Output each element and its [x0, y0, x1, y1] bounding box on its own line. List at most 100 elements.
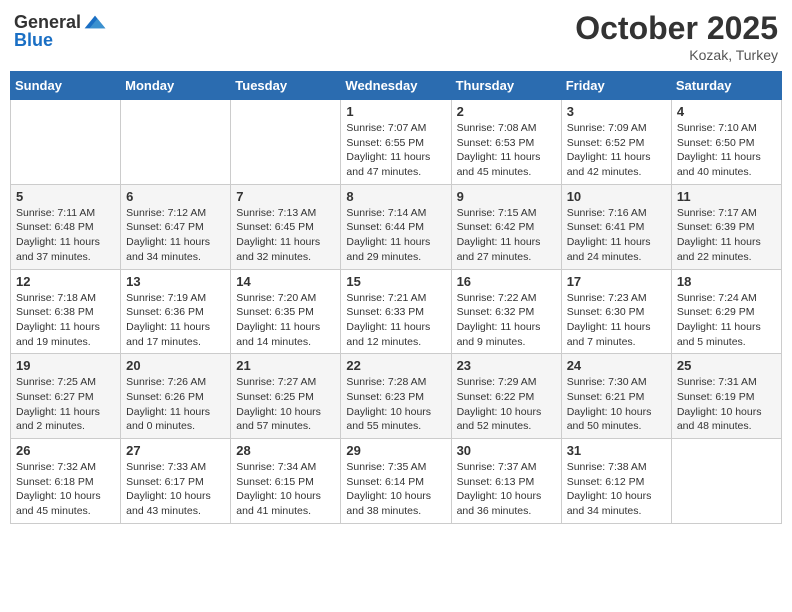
weekday-header-saturday: Saturday: [671, 72, 781, 100]
calendar-cell: 1 Sunrise: 7:07 AM Sunset: 6:55 PM Daylig…: [341, 100, 451, 185]
calendar-cell: 15 Sunrise: 7:21 AM Sunset: 6:33 PM Dayli…: [341, 269, 451, 354]
weekday-header-row: SundayMondayTuesdayWednesdayThursdayFrid…: [11, 72, 782, 100]
day-number: 27: [126, 443, 225, 458]
day-info: Sunrise: 7:11 AM Sunset: 6:48 PM Dayligh…: [16, 206, 115, 265]
day-info: Sunrise: 7:29 AM Sunset: 6:22 PM Dayligh…: [457, 375, 556, 434]
day-number: 26: [16, 443, 115, 458]
day-info: Sunrise: 7:08 AM Sunset: 6:53 PM Dayligh…: [457, 121, 556, 180]
calendar-cell: 2 Sunrise: 7:08 AM Sunset: 6:53 PM Daylig…: [451, 100, 561, 185]
day-number: 9: [457, 189, 556, 204]
day-info: Sunrise: 7:19 AM Sunset: 6:36 PM Dayligh…: [126, 291, 225, 350]
day-info: Sunrise: 7:20 AM Sunset: 6:35 PM Dayligh…: [236, 291, 335, 350]
calendar-cell: 11 Sunrise: 7:17 AM Sunset: 6:39 PM Dayli…: [671, 184, 781, 269]
calendar-cell: 18Sunrise: 7:24 AM Sunset: 6:29 PM Dayli…: [671, 269, 781, 354]
day-info: Sunrise: 7:07 AM Sunset: 6:55 PM Dayligh…: [346, 121, 445, 180]
calendar-cell: 20Sunrise: 7:26 AM Sunset: 6:26 PM Dayli…: [121, 354, 231, 439]
day-number: 1: [346, 104, 445, 119]
day-number: 17: [567, 274, 666, 289]
calendar-cell: 10Sunrise: 7:16 AM Sunset: 6:41 PM Dayli…: [561, 184, 671, 269]
day-number: 16: [457, 274, 556, 289]
day-info: Sunrise: 7:17 AM Sunset: 6:39 PM Dayligh…: [677, 206, 776, 265]
calendar-cell: 5 Sunrise: 7:11 AM Sunset: 6:48 PM Daylig…: [11, 184, 121, 269]
day-number: 3: [567, 104, 666, 119]
calendar-cell: 28 Sunrise: 7:34 AM Sunset: 6:15 PM Dayli…: [231, 439, 341, 524]
calendar-week-5: 26 Sunrise: 7:32 AM Sunset: 6:18 PM Dayli…: [11, 439, 782, 524]
day-info: Sunrise: 7:37 AM Sunset: 6:13 PM Dayligh…: [457, 460, 556, 519]
calendar-cell: 16 Sunrise: 7:22 AM Sunset: 6:32 PM Dayli…: [451, 269, 561, 354]
day-info: Sunrise: 7:34 AM Sunset: 6:15 PM Dayligh…: [236, 460, 335, 519]
day-number: 29: [346, 443, 445, 458]
location-subtitle: Kozak, Turkey: [575, 47, 778, 63]
day-number: 22: [346, 358, 445, 373]
weekday-header-wednesday: Wednesday: [341, 72, 451, 100]
calendar-cell: 21 Sunrise: 7:27 AM Sunset: 6:25 PM Dayli…: [231, 354, 341, 439]
day-info: Sunrise: 7:23 AM Sunset: 6:30 PM Dayligh…: [567, 291, 666, 350]
calendar-cell: 23 Sunrise: 7:29 AM Sunset: 6:22 PM Dayli…: [451, 354, 561, 439]
calendar-cell: 19Sunrise: 7:25 AM Sunset: 6:27 PM Dayli…: [11, 354, 121, 439]
day-info: Sunrise: 7:13 AM Sunset: 6:45 PM Dayligh…: [236, 206, 335, 265]
calendar-cell: 31Sunrise: 7:38 AM Sunset: 6:12 PM Dayli…: [561, 439, 671, 524]
day-number: 23: [457, 358, 556, 373]
day-number: 10: [567, 189, 666, 204]
day-number: 12: [16, 274, 115, 289]
day-info: Sunrise: 7:28 AM Sunset: 6:23 PM Dayligh…: [346, 375, 445, 434]
day-info: Sunrise: 7:24 AM Sunset: 6:29 PM Dayligh…: [677, 291, 776, 350]
calendar-cell: 24 Sunrise: 7:30 AM Sunset: 6:21 PM Dayli…: [561, 354, 671, 439]
day-info: Sunrise: 7:12 AM Sunset: 6:47 PM Dayligh…: [126, 206, 225, 265]
weekday-header-monday: Monday: [121, 72, 231, 100]
day-info: Sunrise: 7:33 AM Sunset: 6:17 PM Dayligh…: [126, 460, 225, 519]
calendar-week-4: 19Sunrise: 7:25 AM Sunset: 6:27 PM Dayli…: [11, 354, 782, 439]
calendar-cell: 30Sunrise: 7:37 AM Sunset: 6:13 PM Dayli…: [451, 439, 561, 524]
day-number: 7: [236, 189, 335, 204]
calendar-cell: 13 Sunrise: 7:19 AM Sunset: 6:36 PM Dayli…: [121, 269, 231, 354]
day-info: Sunrise: 7:31 AM Sunset: 6:19 PM Dayligh…: [677, 375, 776, 434]
day-number: 15: [346, 274, 445, 289]
day-number: 19: [16, 358, 115, 373]
day-number: 13: [126, 274, 225, 289]
weekday-header-thursday: Thursday: [451, 72, 561, 100]
day-info: Sunrise: 7:09 AM Sunset: 6:52 PM Dayligh…: [567, 121, 666, 180]
page-header: General Blue October 2025 Kozak, Turkey: [10, 10, 782, 63]
day-number: 11: [677, 189, 776, 204]
calendar-cell: 9 Sunrise: 7:15 AM Sunset: 6:42 PM Daylig…: [451, 184, 561, 269]
weekday-header-sunday: Sunday: [11, 72, 121, 100]
logo-icon: [83, 10, 107, 34]
calendar-cell: 3 Sunrise: 7:09 AM Sunset: 6:52 PM Daylig…: [561, 100, 671, 185]
day-info: Sunrise: 7:22 AM Sunset: 6:32 PM Dayligh…: [457, 291, 556, 350]
day-info: Sunrise: 7:27 AM Sunset: 6:25 PM Dayligh…: [236, 375, 335, 434]
day-info: Sunrise: 7:10 AM Sunset: 6:50 PM Dayligh…: [677, 121, 776, 180]
calendar-cell: 6 Sunrise: 7:12 AM Sunset: 6:47 PM Daylig…: [121, 184, 231, 269]
calendar-table: SundayMondayTuesdayWednesdayThursdayFrid…: [10, 71, 782, 524]
day-number: 8: [346, 189, 445, 204]
day-number: 5: [16, 189, 115, 204]
day-info: Sunrise: 7:18 AM Sunset: 6:38 PM Dayligh…: [16, 291, 115, 350]
weekday-header-friday: Friday: [561, 72, 671, 100]
day-info: Sunrise: 7:21 AM Sunset: 6:33 PM Dayligh…: [346, 291, 445, 350]
calendar-week-1: 1 Sunrise: 7:07 AM Sunset: 6:55 PM Daylig…: [11, 100, 782, 185]
day-info: Sunrise: 7:30 AM Sunset: 6:21 PM Dayligh…: [567, 375, 666, 434]
day-number: 6: [126, 189, 225, 204]
logo-blue: Blue: [14, 30, 53, 51]
day-number: 21: [236, 358, 335, 373]
day-number: 20: [126, 358, 225, 373]
day-info: Sunrise: 7:35 AM Sunset: 6:14 PM Dayligh…: [346, 460, 445, 519]
day-number: 2: [457, 104, 556, 119]
title-area: October 2025 Kozak, Turkey: [575, 10, 778, 63]
calendar-week-2: 5 Sunrise: 7:11 AM Sunset: 6:48 PM Daylig…: [11, 184, 782, 269]
month-year-title: October 2025: [575, 10, 778, 47]
day-info: Sunrise: 7:32 AM Sunset: 6:18 PM Dayligh…: [16, 460, 115, 519]
day-info: Sunrise: 7:14 AM Sunset: 6:44 PM Dayligh…: [346, 206, 445, 265]
day-number: 28: [236, 443, 335, 458]
day-number: 24: [567, 358, 666, 373]
calendar-cell: 8 Sunrise: 7:14 AM Sunset: 6:44 PM Daylig…: [341, 184, 451, 269]
calendar-cell: 26 Sunrise: 7:32 AM Sunset: 6:18 PM Dayli…: [11, 439, 121, 524]
calendar-cell: 14Sunrise: 7:20 AM Sunset: 6:35 PM Dayli…: [231, 269, 341, 354]
calendar-cell: 25Sunrise: 7:31 AM Sunset: 6:19 PM Dayli…: [671, 354, 781, 439]
weekday-header-tuesday: Tuesday: [231, 72, 341, 100]
calendar-cell: 4Sunrise: 7:10 AM Sunset: 6:50 PM Daylig…: [671, 100, 781, 185]
calendar-week-3: 12 Sunrise: 7:18 AM Sunset: 6:38 PM Dayli…: [11, 269, 782, 354]
calendar-cell: [671, 439, 781, 524]
calendar-cell: [231, 100, 341, 185]
calendar-cell: [121, 100, 231, 185]
day-info: Sunrise: 7:15 AM Sunset: 6:42 PM Dayligh…: [457, 206, 556, 265]
